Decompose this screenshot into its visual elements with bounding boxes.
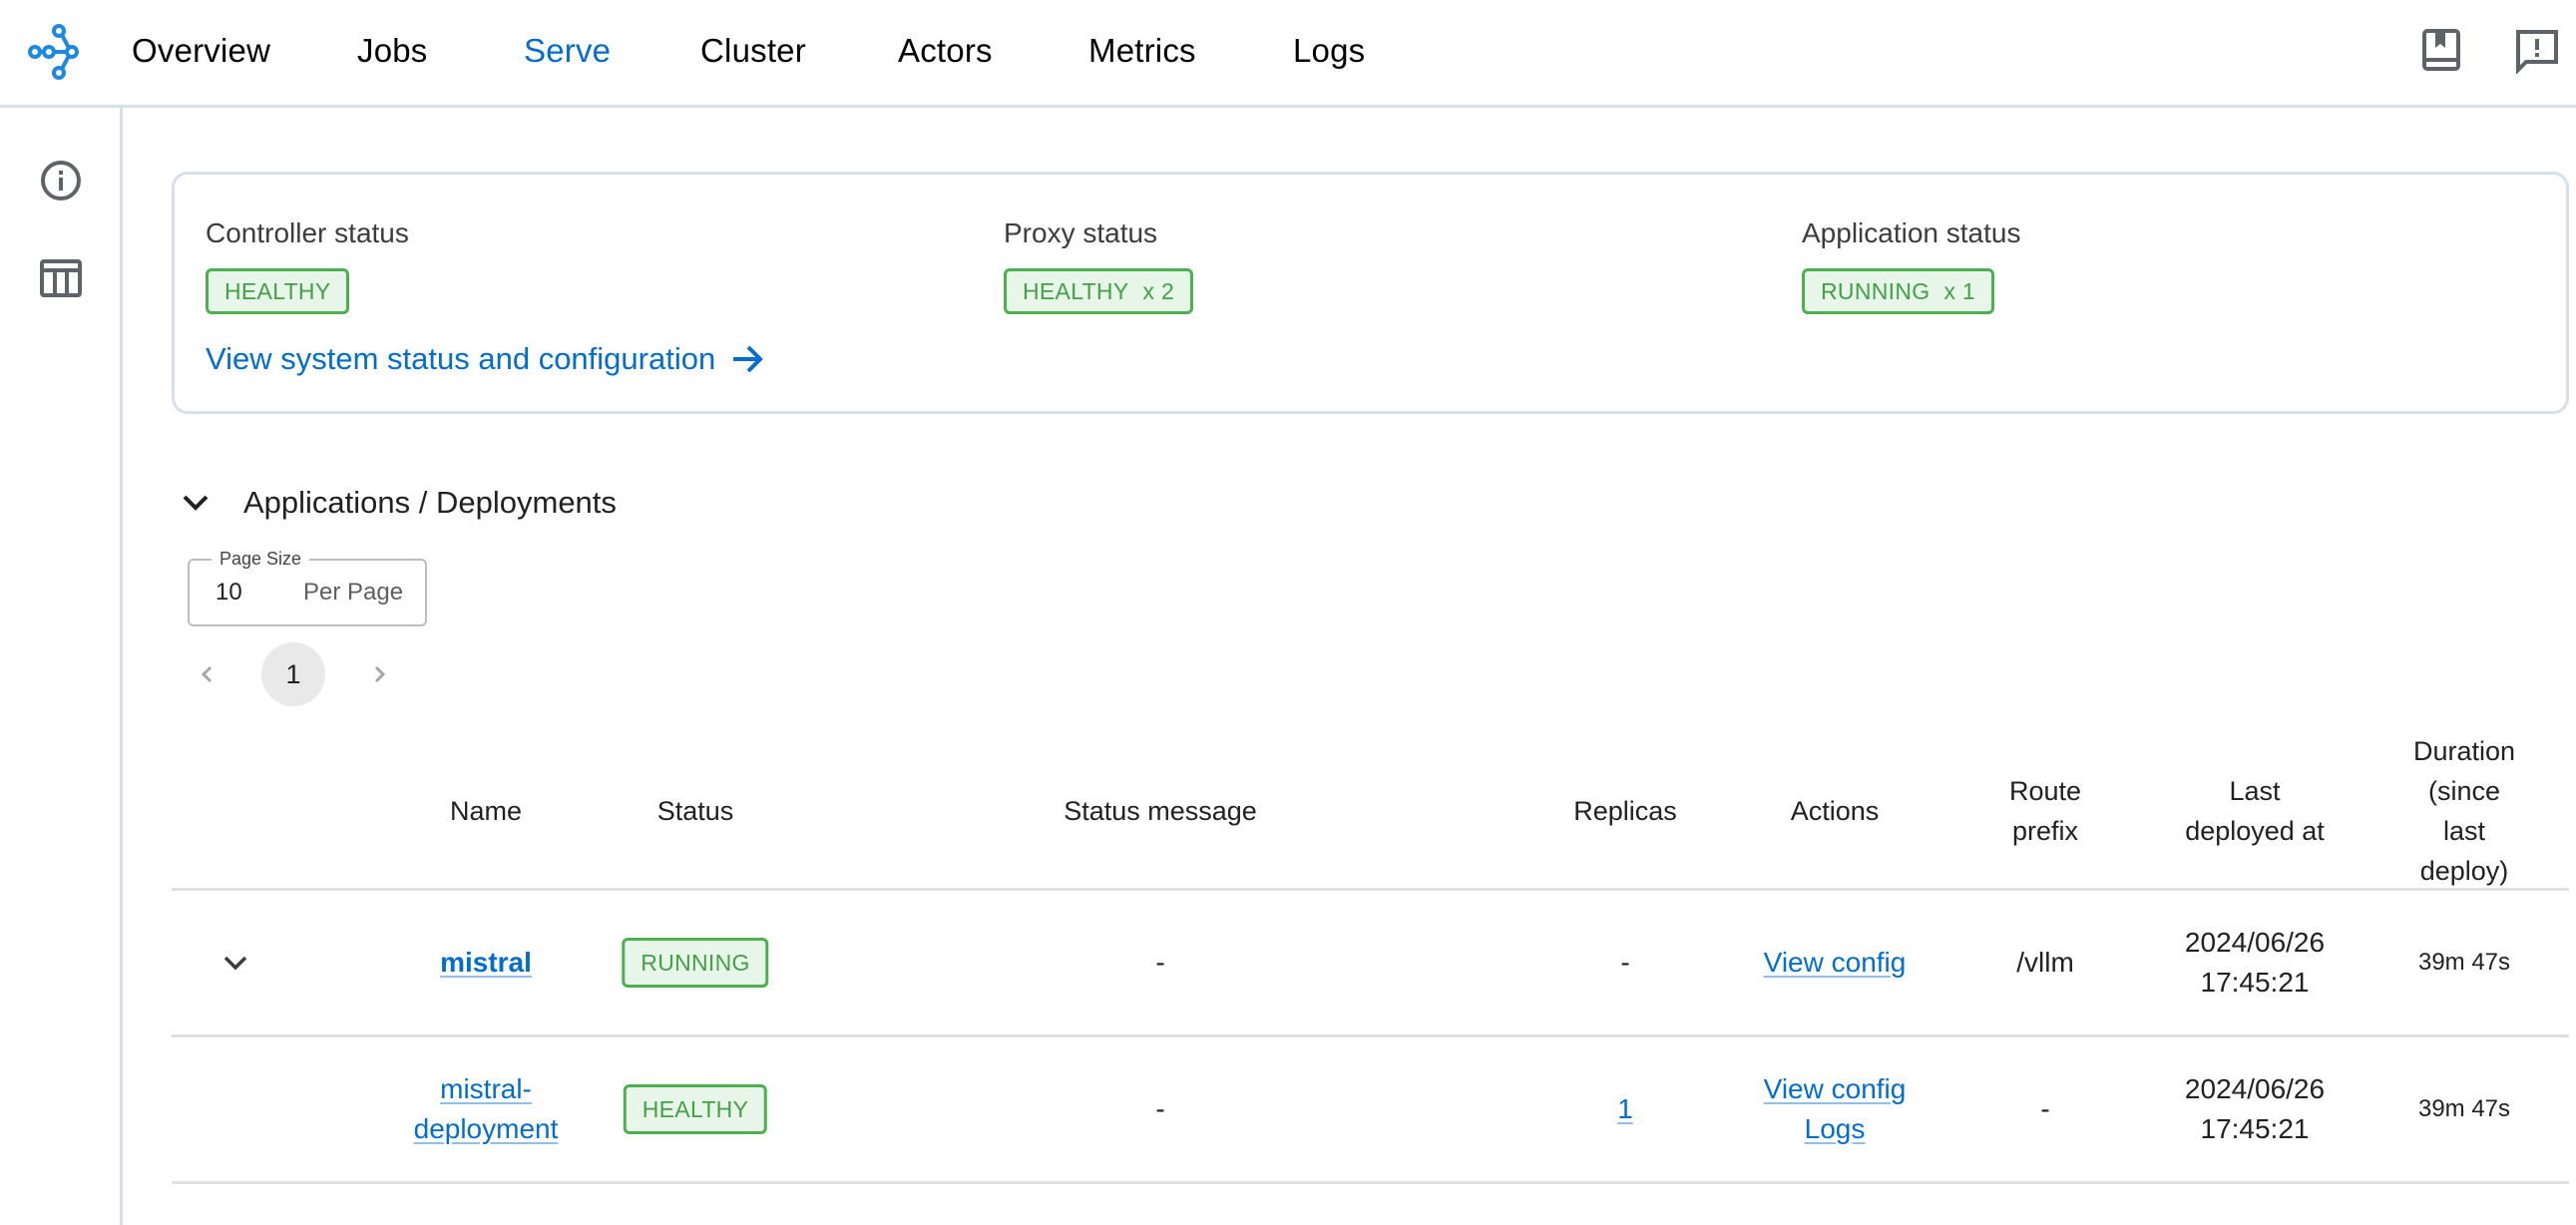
actions-cell: View config — [1764, 891, 1907, 1034]
name-cell: mistral- deployment — [414, 1037, 559, 1181]
header-line: Last — [2229, 775, 2281, 806]
nav-jobs[interactable]: Jobs — [357, 30, 428, 72]
controller-status-label: Controller status — [206, 217, 409, 248]
pagination: 1 — [188, 642, 399, 706]
header-name[interactable]: Name — [450, 733, 522, 888]
badge-count: x 2 — [1142, 278, 1175, 304]
deployed-time: 17:45:21 — [2200, 1113, 2310, 1144]
header-line: Route — [2008, 775, 2082, 806]
applications-table: Name Status Status message Replicas Acti… — [172, 733, 2569, 1184]
proxy-status-badge: HEALTHY x 2 — [1004, 268, 1194, 314]
status-cell: RUNNING — [622, 891, 769, 1034]
page-size-input[interactable] — [215, 561, 275, 624]
header-line: Duration — [2412, 735, 2516, 766]
table-row: mistral RUNNING - - View config /vllm 20… — [172, 891, 2569, 1037]
header-line: prefix — [2011, 815, 2079, 846]
application-status: Application status RUNNING x 1 — [1802, 216, 2020, 314]
status-message-cell: - — [1155, 1093, 1165, 1124]
table-icon[interactable] — [38, 255, 84, 301]
chevron-down-icon[interactable] — [178, 485, 214, 521]
badge-count: x 1 — [1943, 278, 1976, 304]
ray-logo-icon[interactable] — [26, 22, 86, 82]
deployed-date: 2024/06/26 — [2184, 927, 2326, 958]
table-header: Name Status Status message Replicas Acti… — [172, 733, 2569, 891]
route-prefix-cell: /vllm — [2016, 947, 2074, 978]
status-badge: RUNNING — [622, 938, 769, 988]
deployed-time: 17:45:21 — [2200, 967, 2310, 998]
sidebar — [0, 108, 123, 1225]
feedback-icon[interactable] — [2514, 28, 2560, 74]
nav-logs[interactable]: Logs — [1293, 30, 1365, 72]
application-status-badge: RUNNING x 1 — [1802, 268, 1995, 314]
last-deployed-cell: 2024/06/26 17:45:21 — [2185, 891, 2325, 1034]
page-size-suffix: Per Page — [303, 579, 404, 606]
last-deployed-cell: 2024/06/26 17:45:21 — [2185, 1037, 2325, 1181]
prev-page-button[interactable] — [188, 654, 227, 694]
table-row: mistral- deployment HEALTHY - 1 View con… — [172, 1037, 2569, 1184]
header-duration[interactable]: Duration (since last deploy) — [2412, 733, 2517, 888]
badge-text: RUNNING — [1821, 278, 1931, 304]
status-message-cell: - — [1155, 947, 1165, 978]
proxy-status: Proxy status HEALTHY x 2 — [1004, 216, 1194, 314]
actions-cell: View config Logs — [1764, 1037, 1907, 1181]
nav-overview[interactable]: Overview — [132, 30, 270, 72]
next-page-button[interactable] — [359, 654, 399, 694]
badge-text: HEALTHY — [224, 278, 331, 304]
nav-serve[interactable]: Serve — [524, 30, 611, 72]
application-status-label: Application status — [1802, 217, 2021, 248]
page-size-field[interactable]: Page Size Per Page — [188, 549, 427, 626]
header-line: (since last — [2427, 775, 2501, 846]
deployment-name-link[interactable]: mistral- deployment — [414, 1069, 559, 1149]
header-last-deployed[interactable]: Last deployed at — [2185, 733, 2325, 888]
status-badge: HEALTHY — [623, 1084, 768, 1134]
chevron-left-icon — [201, 665, 213, 683]
logs-link[interactable]: Logs — [1805, 1109, 1866, 1149]
view-config-link[interactable]: View config — [1764, 943, 1907, 983]
header-line: deploy) — [2419, 855, 2509, 886]
info-icon[interactable] — [38, 158, 84, 204]
applications-section-header: Applications / Deployments — [178, 481, 617, 525]
controller-status-badge: HEALTHY — [206, 268, 350, 314]
serve-status-card: Controller status HEALTHY Proxy status H… — [172, 172, 2569, 414]
top-navigation-bar: Overview Jobs Serve Cluster Actors Metri… — [0, 0, 2576, 108]
link-text: View system status and configuration — [206, 341, 716, 376]
name-cell: mistral — [440, 891, 532, 1034]
controller-status: Controller status HEALTHY — [206, 216, 409, 314]
header-actions[interactable]: Actions — [1791, 733, 1880, 888]
chevron-down-icon — [223, 956, 247, 971]
name-line: deployment — [413, 1113, 559, 1144]
view-system-status-link[interactable]: View system status and configuration — [206, 339, 765, 379]
header-line: deployed at — [2185, 815, 2325, 846]
route-prefix-cell: - — [2040, 1093, 2050, 1124]
badge-text: HEALTHY — [1023, 278, 1129, 304]
arrow-right-icon — [733, 345, 764, 373]
header-route-prefix[interactable]: Route prefix — [2009, 733, 2081, 888]
header-replicas[interactable]: Replicas — [1573, 733, 1677, 888]
nav-metrics[interactable]: Metrics — [1088, 30, 1196, 72]
duration-cell: 39m 47s — [2417, 949, 2511, 976]
proxy-status-label: Proxy status — [1004, 217, 1158, 248]
header-status-message[interactable]: Status message — [1064, 733, 1257, 888]
duration-cell: 39m 47s — [2417, 1095, 2511, 1122]
view-config-link[interactable]: View config — [1764, 1069, 1907, 1109]
header-status[interactable]: Status — [657, 733, 734, 888]
status-cell: HEALTHY — [623, 1037, 768, 1181]
page-1-button[interactable]: 1 — [261, 642, 325, 706]
chevron-right-icon — [374, 665, 386, 683]
deployed-date: 2024/06/26 — [2184, 1073, 2326, 1104]
nav-cluster[interactable]: Cluster — [700, 30, 806, 72]
replicas-link[interactable]: 1 — [1617, 1089, 1633, 1129]
section-title: Applications / Deployments — [243, 485, 617, 520]
replicas-cell: 1 — [1617, 1037, 1633, 1181]
replicas-cell: - — [1620, 947, 1630, 978]
application-name-link[interactable]: mistral — [440, 943, 532, 983]
row-expand-toggle[interactable] — [218, 891, 252, 1034]
nav-actors[interactable]: Actors — [898, 30, 993, 72]
name-line: mistral- — [440, 1073, 532, 1104]
docs-book-icon[interactable] — [2418, 28, 2464, 74]
